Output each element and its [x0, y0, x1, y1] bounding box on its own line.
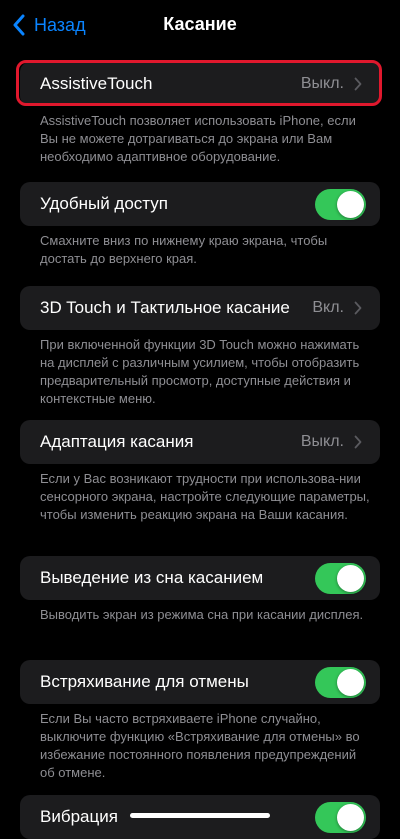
- vibration-toggle[interactable]: [315, 801, 366, 833]
- page-title: Касание: [163, 14, 237, 34]
- footer-reachability: Смахните вниз по нижнему краю экрана, чт…: [40, 233, 328, 266]
- row-value: Вкл.: [312, 299, 344, 316]
- row-reachability: Удобный доступ: [20, 182, 380, 226]
- row-label: Адаптация касания: [40, 432, 194, 451]
- row-value: Выкл.: [300, 75, 344, 92]
- home-indicator[interactable]: [130, 813, 270, 818]
- row-tap-to-wake: Выведение из сна касанием: [20, 556, 380, 600]
- toggle-knob: [337, 564, 364, 592]
- toggle-knob: [337, 803, 364, 831]
- row-touch-accommodations[interactable]: Адаптация касания Выкл.: [20, 420, 380, 464]
- toggle-knob: [337, 190, 364, 218]
- chevron-right-icon: [354, 301, 362, 315]
- row-assistivetouch[interactable]: AssistiveTouch Выкл.: [20, 62, 380, 106]
- row-shake-to-undo: Встряхивание для отмены: [20, 660, 380, 704]
- footer-tap-to-wake: Выводить экран из режима сна при касании…: [40, 607, 364, 622]
- shake-to-undo-toggle[interactable]: [315, 666, 366, 698]
- toggle-knob: [337, 668, 364, 696]
- footer-assistivetouch: AssistiveTouch позволяет использовать iP…: [40, 113, 356, 164]
- navigation-bar: Назад Касание: [0, 0, 400, 52]
- reachability-toggle[interactable]: [315, 188, 366, 220]
- row-label: 3D Touch и Тактильное касание: [40, 298, 290, 317]
- row-value: Выкл.: [300, 433, 344, 450]
- row-label: Выведение из сна касанием: [40, 568, 264, 587]
- chevron-right-icon: [354, 435, 362, 449]
- footer-touch-accommodations: Если у Вас возникают трудности при испол…: [40, 471, 370, 522]
- row-label: Встряхивание для отмены: [40, 672, 249, 691]
- footer-shake-to-undo: Если Вы часто встряхиваете iPhone случай…: [40, 711, 360, 780]
- row-label: AssistiveTouch: [40, 74, 153, 93]
- footer-3d-touch: При включенной функции 3D Touch можно на…: [40, 337, 360, 406]
- row-3d-touch[interactable]: 3D Touch и Тактильное касание Вкл.: [20, 286, 380, 330]
- chevron-right-icon: [354, 77, 362, 91]
- tap-to-wake-toggle[interactable]: [315, 562, 366, 594]
- row-label: Удобный доступ: [40, 194, 168, 213]
